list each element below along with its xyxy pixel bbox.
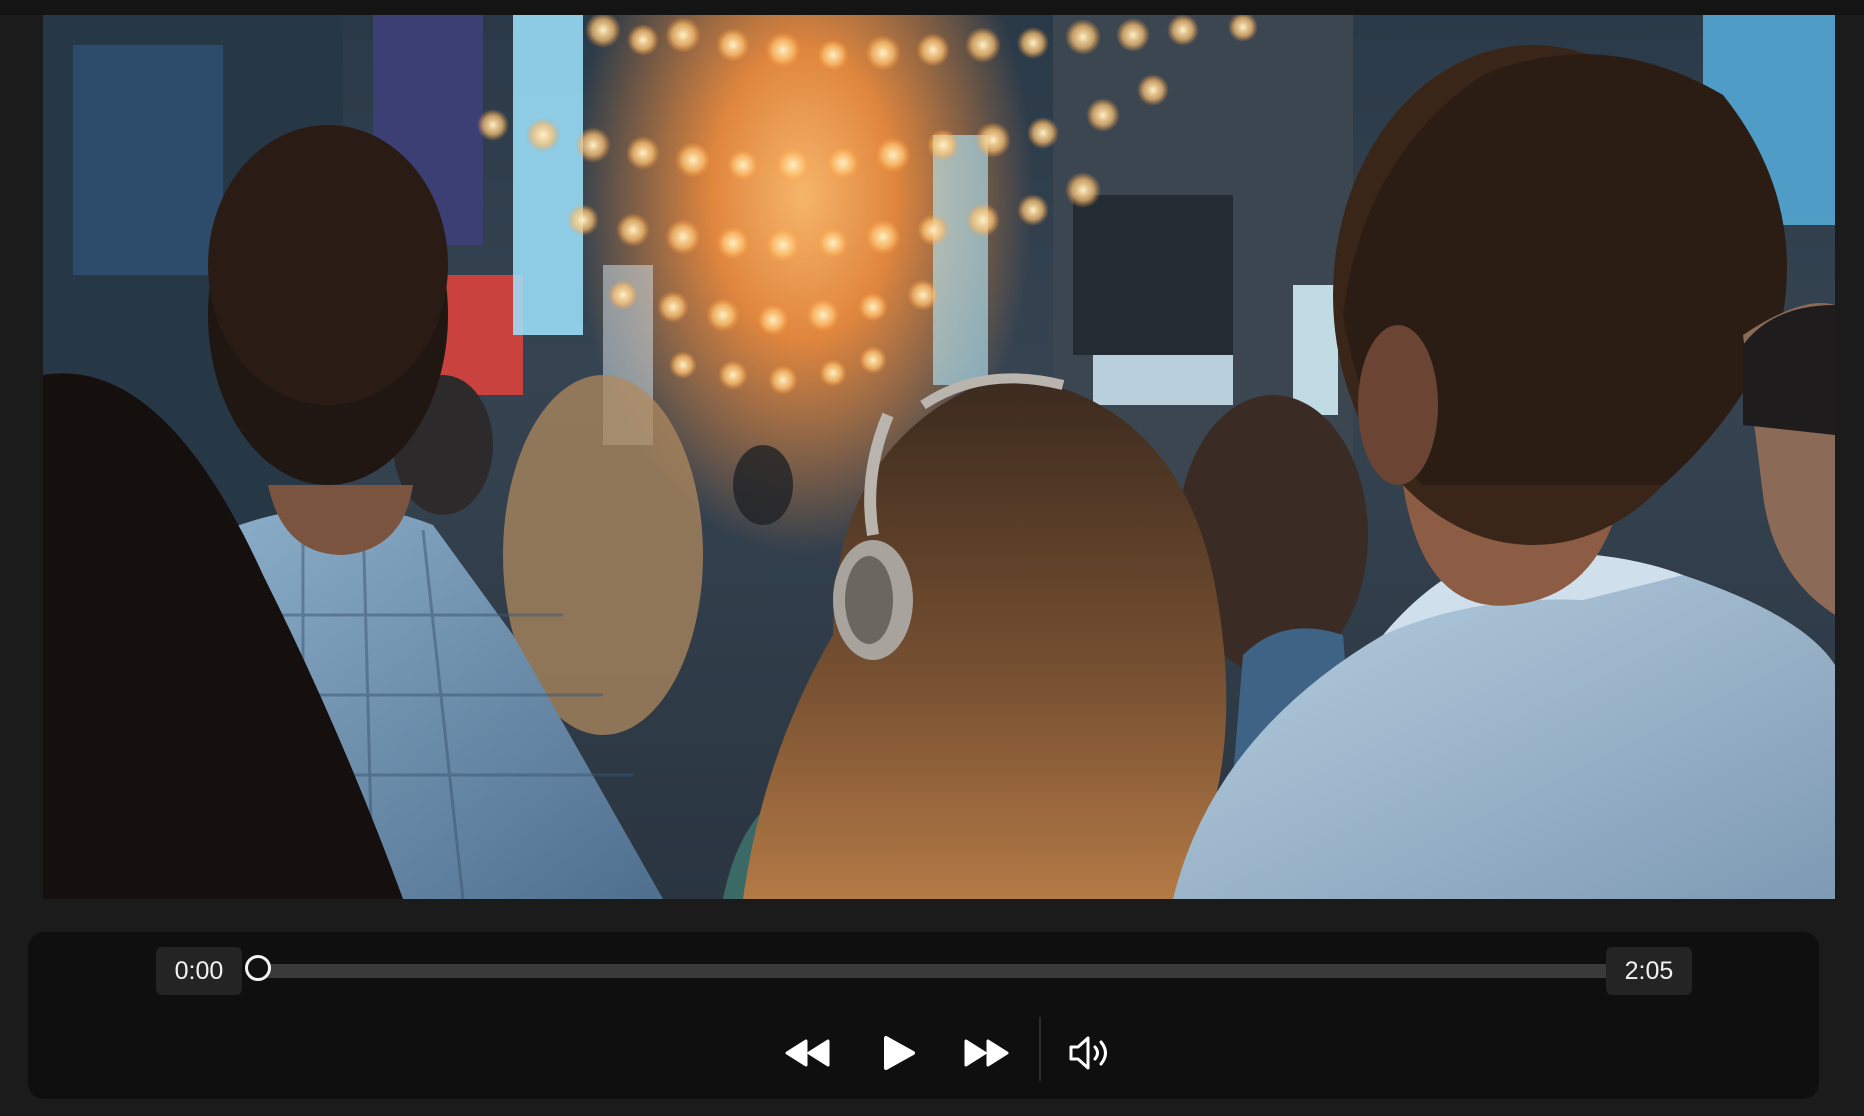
top-bar <box>0 0 1864 15</box>
rewind-icon <box>785 1039 830 1067</box>
rewind-button[interactable] <box>780 1025 836 1081</box>
video-frame[interactable] <box>43 15 1835 899</box>
volume-icon <box>1069 1036 1107 1070</box>
total-time: 2:05 <box>1606 947 1692 995</box>
volume-button[interactable] <box>1063 1025 1119 1081</box>
current-time: 0:00 <box>156 947 242 995</box>
controls-divider <box>1039 1017 1041 1081</box>
progress-thumb[interactable] <box>245 955 271 981</box>
play-icon <box>884 1036 915 1070</box>
fast-forward-button[interactable] <box>958 1025 1014 1081</box>
fast-forward-icon <box>964 1039 1009 1067</box>
progress-track[interactable] <box>245 955 1620 981</box>
play-button[interactable] <box>871 1025 927 1081</box>
player-controls: 0:00 2:05 <box>28 932 1819 1099</box>
video-still <box>43 15 1835 899</box>
